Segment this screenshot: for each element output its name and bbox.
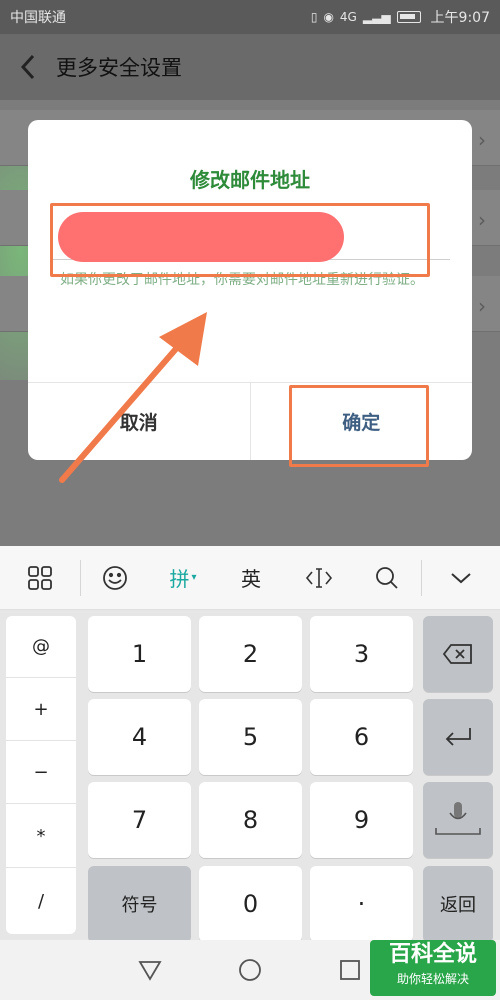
- search-button[interactable]: [353, 546, 421, 610]
- chevron-left-icon: [20, 54, 35, 80]
- battery-icon: [396, 11, 421, 23]
- key-at[interactable]: @: [6, 616, 76, 678]
- english-label: 英: [241, 567, 261, 591]
- vibrate-icon: ▯: [310, 10, 318, 24]
- square-recents-icon: [340, 960, 360, 980]
- key-6[interactable]: 6: [310, 699, 413, 775]
- key-minus[interactable]: −: [6, 742, 76, 804]
- collapse-keyboard-button[interactable]: [422, 546, 500, 610]
- key-8[interactable]: 8: [199, 782, 302, 858]
- dialog-title: 修改邮件地址: [190, 168, 310, 192]
- pinyin-mode-button[interactable]: 拼 ▾: [149, 546, 217, 610]
- smiley-icon: [103, 565, 127, 590]
- key-2[interactable]: 2: [199, 616, 302, 692]
- cursor-icon: [305, 567, 333, 588]
- confirm-highlight-box: [289, 385, 429, 467]
- watermark-logo: 百科全说 助你轻松解决: [370, 940, 496, 996]
- nav-back-button[interactable]: [135, 955, 165, 985]
- app-bar: 更多安全设置: [0, 34, 500, 100]
- key-plus[interactable]: +: [6, 679, 76, 741]
- chevron-right-icon: ›: [478, 128, 486, 152]
- signal-icon: ▂▃▅: [362, 10, 391, 24]
- watermark-main: 百科全说: [388, 942, 477, 967]
- circle-home-icon: [239, 959, 261, 981]
- numeric-keyboard: @ + − * / 1 2 3 4 5 6 7 8 9 符号 0 · 返回: [0, 610, 500, 942]
- key-dot[interactable]: ·: [310, 866, 413, 942]
- microphone-icon: [435, 802, 481, 835]
- symbols-key[interactable]: 符号: [88, 866, 191, 942]
- status-icons: ▯ ◉ 4G ▂▃▅ 上午9:07: [311, 7, 490, 27]
- page-title: 更多安全设置: [56, 56, 182, 80]
- input-highlight-box: [50, 203, 430, 277]
- watermark-sub: 助你轻松解决: [396, 972, 469, 986]
- cancel-button[interactable]: 取消: [28, 383, 251, 460]
- status-bar: 中国联通 ▯ ◉ 4G ▂▃▅ 上午9:07: [0, 0, 500, 34]
- key-3[interactable]: 3: [310, 616, 413, 692]
- key-asterisk[interactable]: *: [6, 806, 76, 868]
- nav-recents-button[interactable]: [335, 955, 365, 985]
- backspace-icon: [442, 644, 472, 664]
- key-slash[interactable]: /: [6, 870, 76, 932]
- chevron-right-icon: ›: [478, 208, 486, 232]
- key-0[interactable]: 0: [199, 866, 302, 942]
- cursor-move-button[interactable]: [285, 546, 353, 610]
- key-7[interactable]: 7: [88, 782, 191, 858]
- nav-home-button[interactable]: [235, 955, 265, 985]
- return-key[interactable]: 返回: [423, 866, 493, 942]
- voice-key[interactable]: [423, 782, 493, 858]
- emoji-button[interactable]: [81, 546, 149, 610]
- grid-menu-button[interactable]: [0, 546, 80, 610]
- key-1[interactable]: 1: [88, 616, 191, 692]
- enter-key[interactable]: [423, 699, 493, 775]
- english-mode-button[interactable]: 英: [217, 546, 285, 610]
- dropdown-caret-icon: ▾: [191, 572, 197, 583]
- search-icon: [376, 566, 398, 589]
- chevron-down-icon: [451, 572, 471, 583]
- key-5[interactable]: 5: [199, 699, 302, 775]
- back-button[interactable]: [0, 34, 56, 100]
- keyboard-toolbar: 拼 ▾ 英: [0, 546, 500, 610]
- enter-icon: [445, 728, 471, 746]
- chevron-right-icon: ›: [478, 294, 486, 318]
- carrier-label: 中国联通: [10, 10, 66, 26]
- symbol-column: @ + − * /: [6, 616, 76, 934]
- key-9[interactable]: 9: [310, 782, 413, 858]
- network-label: 4G: [339, 10, 357, 24]
- backspace-key[interactable]: [423, 616, 493, 692]
- pinyin-label: 拼: [169, 567, 190, 591]
- status-time: 上午9:07: [430, 10, 490, 26]
- triangle-back-icon: [138, 961, 162, 981]
- grid-icon: [28, 565, 52, 590]
- eye-icon: ◉: [323, 10, 334, 24]
- key-4[interactable]: 4: [88, 699, 191, 775]
